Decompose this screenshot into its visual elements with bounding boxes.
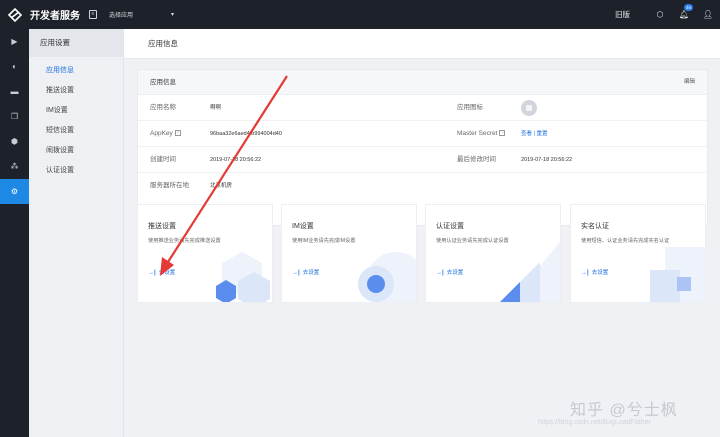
card-description: 使用推送业务请先完成推送设置 xyxy=(148,238,221,244)
watermark-url: https://blog.csdn.net/BugLoadFather xyxy=(538,419,651,426)
created-time-label: 创建时间 xyxy=(150,156,176,163)
logo-icon[interactable] xyxy=(0,0,30,29)
bell-icon[interactable]: 🔔︎ 46 xyxy=(672,4,696,19)
document-icon[interactable]: ≡ xyxy=(89,10,97,19)
notification-badge: 46 xyxy=(684,4,694,11)
app-icon-label: 应用图标 xyxy=(457,104,483,111)
chart-icon[interactable]: ◐ xyxy=(0,54,29,79)
master-secret-label: Master Secret? xyxy=(457,130,506,137)
card-push-settings: 推送设置 使用推送业务请先完成推送设置 →| 去设置 xyxy=(137,204,273,303)
brand-title: 开发者服务 xyxy=(30,11,80,22)
server-location-label: 服务器所在地 xyxy=(150,182,189,189)
sidebar-item-app-info[interactable]: 应用信息 xyxy=(29,61,123,81)
appkey-value: 96baa32e6aed4fb994004d40 xyxy=(210,131,282,137)
card-title: 推送设置 xyxy=(148,223,176,230)
settings-sidebar: 应用设置 应用信息 推送设置 IM设置 短信设置 闹拨设置 认证设置 xyxy=(29,29,124,437)
enter-arrow-icon: →| xyxy=(148,270,156,276)
app-name-label: 应用名称 xyxy=(150,104,176,111)
shield-icon[interactable]: ⬢ xyxy=(0,129,29,154)
modified-time-value: 2019-07-18 20:56:22 xyxy=(521,157,573,163)
card-go-settings-link[interactable]: →| 去设置 xyxy=(581,268,608,276)
edit-button[interactable]: 编辑 xyxy=(684,70,695,95)
chat-icon[interactable]: ❐ xyxy=(0,104,29,129)
icon-rail: ▶ ◐ ▬ ❐ ⬢ ⁂ ⚙ xyxy=(0,29,29,437)
gear-icon[interactable]: ⚙ xyxy=(0,179,29,204)
user-icon[interactable]: 👤︎ xyxy=(696,10,720,19)
sidebar-item-alarm[interactable]: 闹拨设置 xyxy=(29,141,123,161)
card-title: 实名认证 xyxy=(581,223,609,230)
top-right-tools: 旧版 ⬡ 🔔︎ 46 👤︎ xyxy=(615,0,720,29)
help-icon[interactable]: ? xyxy=(174,130,181,137)
enter-arrow-icon: →| xyxy=(581,270,589,276)
panel-title: 应用信息 xyxy=(150,79,176,86)
info-row: AppKey? 96baa32e6aed4fb994004d40 Master … xyxy=(138,121,707,147)
settings-hex-icon[interactable]: ⬡ xyxy=(648,10,672,19)
sidebar-item-sms[interactable]: 短信设置 xyxy=(29,121,123,141)
info-row: 创建时间 2019-07-18 20:56:22 最后修改时间 2019-07-… xyxy=(138,147,707,173)
sidebar-item-push[interactable]: 推送设置 xyxy=(29,81,123,101)
main-content: 应用信息 应用信息 编辑 应用名称 啊啊 应用图标 AppKey? 96baa3… xyxy=(124,29,720,437)
sidebar-title: 应用设置 xyxy=(29,29,123,57)
card-description: 使用认证业务请先完成认证设置 xyxy=(436,238,509,244)
card-im-settings: IM设置 使用IM业务请先完成IM设置 →| 去设置 xyxy=(281,204,417,303)
card-title: 认证设置 xyxy=(436,223,464,230)
card-go-settings-link[interactable]: →| 去设置 xyxy=(292,268,319,276)
help-icon[interactable]: ? xyxy=(499,130,506,137)
watermark-text: 知乎 @兮士枫 xyxy=(570,402,678,419)
chevron-down-icon[interactable]: ▾ xyxy=(171,11,174,18)
appkey-label: AppKey? xyxy=(150,130,181,137)
card-auth-settings: 认证设置 使用认证业务请先完成认证设置 →| 去设置 xyxy=(425,204,561,303)
top-bar: 开发者服务 ≡ 选择应用 ▾ 旧版 ⬡ 🔔︎ 46 👤︎ xyxy=(0,0,720,29)
network-icon[interactable]: ⁂ xyxy=(0,154,29,179)
enter-arrow-icon: →| xyxy=(292,270,300,276)
info-row: 应用名称 啊啊 应用图标 xyxy=(138,95,707,121)
sidebar-item-auth[interactable]: 认证设置 xyxy=(29,161,123,181)
play-icon[interactable]: ▶ xyxy=(0,29,29,54)
message-icon[interactable]: ▬ xyxy=(0,79,29,104)
server-location-value: 北京机房 xyxy=(210,183,233,189)
card-description: 使用IM业务请先完成IM设置 xyxy=(292,238,356,244)
card-description: 使用短信、认证业务请先完成实名认证 xyxy=(581,238,670,244)
app-select[interactable]: 选择应用 xyxy=(109,10,133,19)
created-time-value: 2019-07-18 20:56:22 xyxy=(210,157,262,163)
modified-time-label: 最后修改时间 xyxy=(457,156,496,163)
app-name-value: 啊啊 xyxy=(210,105,222,111)
card-real-name-auth: 实名认证 使用短信、认证业务请先完成实名认证 →| 去设置 xyxy=(570,204,706,303)
page-title: 应用信息 xyxy=(124,29,720,59)
card-title: IM设置 xyxy=(292,223,314,230)
old-version-link[interactable]: 旧版 xyxy=(615,9,630,20)
card-go-settings-link[interactable]: →| 去设置 xyxy=(148,268,175,276)
card-go-settings-link[interactable]: →| 去设置 xyxy=(436,268,463,276)
app-icon-image xyxy=(521,100,537,116)
info-row: 服务器所在地 北京机房 xyxy=(138,173,707,199)
master-secret-actions[interactable]: 查看 | 重置 xyxy=(521,121,548,147)
sidebar-item-im[interactable]: IM设置 xyxy=(29,101,123,121)
app-info-panel: 应用信息 编辑 应用名称 啊啊 应用图标 AppKey? 96baa32e6ae… xyxy=(137,69,708,226)
enter-arrow-icon: →| xyxy=(436,270,444,276)
panel-header: 应用信息 编辑 xyxy=(138,70,707,95)
